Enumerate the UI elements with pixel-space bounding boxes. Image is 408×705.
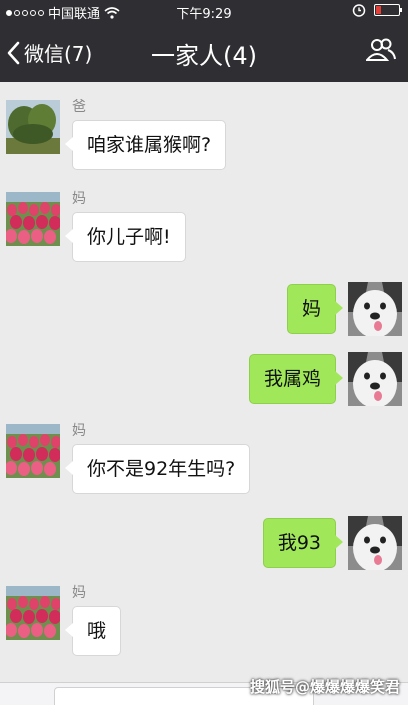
message-bubble[interactable]: 你不是92年生吗? (64, 444, 251, 494)
message-bubble[interactable]: 咱家谁属猴啊? (64, 120, 227, 170)
avatar-self[interactable] (348, 352, 402, 406)
watermark: 搜狐号@爆爆爆爆笑君 (249, 678, 400, 696)
nav-bar: 微信(7) 一家人(4) (0, 22, 408, 82)
avatar-self[interactable] (348, 282, 402, 336)
sender-name: 爸 (72, 99, 86, 115)
status-bar: 中国联通 下午9:29 (0, 0, 408, 22)
avatar-mom[interactable] (6, 424, 60, 478)
alarm-clock-icon (352, 4, 366, 17)
chat-title: 一家人(4) (151, 42, 257, 70)
avatar-mom[interactable] (6, 192, 60, 246)
sender-name: 妈 (72, 585, 86, 601)
message-bubble[interactable]: 哦 (64, 606, 122, 656)
avatar-self[interactable] (348, 516, 402, 570)
message-bubble[interactable]: 我93 (262, 518, 344, 568)
sender-name: 妈 (72, 423, 86, 439)
group-info-button[interactable] (364, 38, 396, 66)
battery-icon (374, 4, 402, 16)
sender-name: 妈 (72, 191, 86, 207)
message-bubble[interactable]: 我属鸡 (248, 354, 344, 404)
group-members-icon (364, 38, 396, 61)
message-bubble[interactable]: 妈 (286, 284, 344, 334)
avatar-mom[interactable] (6, 586, 60, 640)
avatar-dad[interactable] (6, 100, 60, 154)
status-time: 下午9:29 (176, 7, 232, 22)
message-bubble[interactable]: 你儿子啊! (65, 212, 186, 262)
chat-area[interactable]: 爸 咱家谁属猴啊? 妈 你儿子啊! 妈 我属鸡 妈 你不是92年生吗? 我93 … (0, 82, 408, 682)
